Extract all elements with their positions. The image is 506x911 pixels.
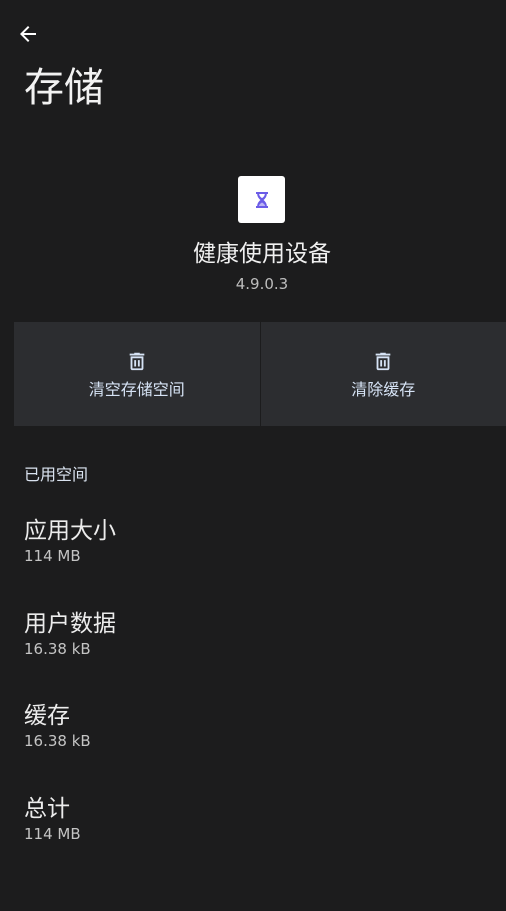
storage-screen: 存储 健康使用设备 4.9.0.3 清空存储空间 清除缓存 已用空间 应用大小 … [0, 0, 506, 911]
hourglass-icon [255, 191, 268, 208]
clear-cache-button[interactable]: 清除缓存 [259, 322, 506, 426]
storage-actions: 清空存储空间 清除缓存 [14, 322, 506, 426]
item-title: 用户数据 [24, 611, 116, 637]
item-value: 16.38 kB [24, 640, 91, 658]
app-icon [238, 176, 285, 223]
item-value: 114 MB [24, 547, 81, 565]
clear-cache-label: 清除缓存 [351, 380, 416, 399]
item-title: 总计 [24, 796, 70, 822]
trash-icon [125, 349, 149, 373]
page-title: 存储 [24, 65, 104, 111]
list-item-total[interactable]: 总计 114 MB [24, 794, 484, 844]
trash-icon [371, 349, 395, 373]
item-title: 缓存 [24, 703, 70, 729]
list-item-app-size[interactable]: 应用大小 114 MB [24, 516, 484, 566]
app-version: 4.9.0.3 [235, 275, 289, 293]
arrow-left-icon [20, 26, 36, 42]
item-value: 16.38 kB [24, 732, 91, 750]
list-item-user-data[interactable]: 用户数据 16.38 kB [24, 609, 484, 659]
section-header-used-space: 已用空间 [24, 465, 89, 484]
item-value: 114 MB [24, 825, 81, 843]
clear-storage-label: 清空存储空间 [88, 380, 185, 399]
item-title: 应用大小 [24, 518, 116, 544]
clear-storage-button[interactable]: 清空存储空间 [14, 322, 260, 426]
back-button[interactable] [12, 18, 44, 50]
list-item-cache[interactable]: 缓存 16.38 kB [24, 701, 484, 751]
app-name: 健康使用设备 [193, 241, 331, 267]
